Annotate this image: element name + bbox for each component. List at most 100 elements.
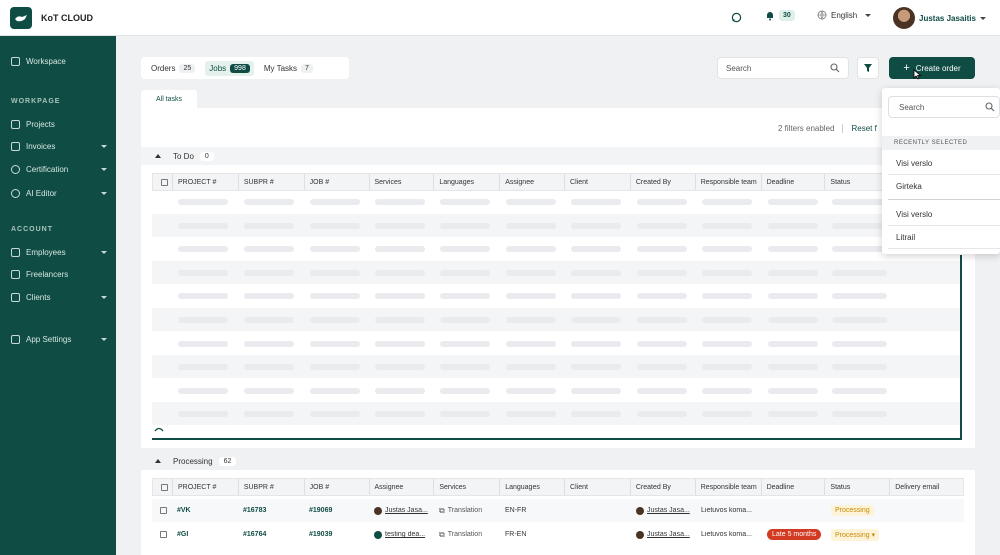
skeleton-bar [244, 199, 294, 205]
sidebar-item-app-settings[interactable]: App Settings [11, 335, 107, 344]
skeleton-bar [832, 364, 887, 371]
skeleton-bar [571, 246, 621, 253]
subproject-number[interactable]: #16783 [238, 507, 304, 514]
created-by[interactable]: Justas Jasa... [631, 506, 696, 515]
search-input[interactable]: Search [717, 57, 849, 79]
job-number[interactable]: #19039 [304, 531, 369, 538]
filter-button[interactable] [857, 57, 879, 79]
sidebar-item-projects[interactable]: Projects [11, 120, 107, 129]
sidebar-item-invoices[interactable]: Invoices [11, 142, 107, 151]
col-header[interactable]: JOB # [305, 174, 370, 190]
assignee[interactable]: testing dea... [369, 530, 434, 539]
table-row[interactable]: #VK #16783 #19069 Justas Jasa... ⧉ Transl… [152, 499, 964, 522]
col-header[interactable]: Deadline [762, 174, 826, 190]
tab-my-tasks[interactable]: My Tasks 7 [260, 61, 317, 76]
row-checkbox[interactable] [152, 531, 172, 538]
dropdown-search-input[interactable]: Search [888, 96, 1000, 118]
chevron-down-icon [101, 338, 107, 341]
created-by[interactable]: Justas Jasa... [631, 530, 696, 539]
app-logo-icon[interactable] [10, 7, 32, 29]
col-header[interactable]: Status [825, 174, 891, 190]
skeleton-bar [768, 317, 818, 323]
chat-icon[interactable] [731, 12, 742, 23]
job-number[interactable]: #19069 [304, 507, 369, 514]
tab-orders[interactable]: Orders 25 [147, 61, 199, 76]
skeleton-bar [310, 269, 360, 276]
col-header[interactable]: Assignee [500, 174, 566, 190]
col-header[interactable]: Services [370, 174, 435, 190]
col-header[interactable]: SUBPR # [239, 174, 305, 190]
sidebar-item-ai-editor[interactable]: AI Editor [11, 189, 107, 198]
skeleton-bar [375, 269, 425, 276]
col-header[interactable]: Client [565, 479, 631, 495]
col-header[interactable]: SUBPR # [239, 479, 305, 495]
sidebar-item-label: App Settings [26, 335, 72, 344]
notifications[interactable]: 30 [765, 10, 795, 21]
sidebar-item-clients[interactable]: Clients [11, 293, 107, 302]
select-all-checkbox[interactable] [153, 174, 173, 190]
col-header[interactable]: Services [434, 479, 501, 495]
assignee[interactable]: Justas Jasa... [369, 506, 434, 515]
col-header[interactable]: Status [825, 479, 891, 495]
col-header[interactable]: Client [565, 174, 631, 190]
project-number[interactable]: #GI [172, 531, 238, 538]
todo-table-header: PROJECT # SUBPR # JOB # Services Languag… [152, 173, 964, 191]
deadline: Late 5 months [762, 529, 826, 540]
tab-jobs[interactable]: Jobs 998 [205, 60, 254, 76]
language-select[interactable]: English [817, 10, 872, 20]
status-select[interactable]: Processing ▾ [826, 528, 891, 541]
col-header[interactable]: Delivery email [890, 479, 963, 495]
tab-all-tasks[interactable]: All tasks [141, 90, 197, 109]
select-all-checkbox[interactable] [153, 479, 173, 495]
sidebar-item-label: Projects [26, 120, 55, 129]
status[interactable]: Processing [826, 505, 891, 516]
sidebar-item-workspace[interactable]: Workspace [11, 57, 107, 66]
dropdown-option[interactable]: Litrail [896, 233, 915, 242]
col-header[interactable]: Created By [631, 479, 696, 495]
create-order-button[interactable]: + Create order [889, 57, 975, 79]
avatar [636, 506, 644, 515]
group-todo-header[interactable]: To Do 0 [141, 147, 975, 165]
group-processing-header[interactable]: Processing 62 [141, 452, 975, 470]
skeleton-bar [506, 199, 556, 205]
dropdown-option[interactable]: Girteka [896, 182, 922, 191]
col-header[interactable]: JOB # [305, 479, 370, 495]
subproject-number[interactable]: #16764 [238, 531, 304, 538]
col-header[interactable]: Created By [631, 174, 696, 190]
col-header[interactable]: PROJECT # [173, 174, 239, 190]
dropdown-option[interactable]: Visi verslo [896, 210, 932, 219]
col-header[interactable]: Languages [500, 479, 566, 495]
row-checkbox[interactable] [152, 507, 172, 514]
filters-enabled-text: 2 filters enabled [778, 124, 835, 133]
horizontal-scrollbar[interactable] [152, 438, 962, 440]
sidebar-item-employees[interactable]: Employees [11, 248, 107, 257]
skeleton-bar [637, 269, 687, 276]
skeleton-bar [702, 246, 752, 253]
col-header[interactable]: Responsible team [696, 174, 762, 190]
skeleton-bar [768, 411, 818, 418]
skeleton-bar [832, 317, 887, 323]
table-row[interactable]: #GI #16764 #19039 testing dea... ⧉ Transl… [152, 523, 964, 546]
project-number[interactable]: #VK [172, 507, 238, 514]
col-header[interactable]: Assignee [370, 479, 435, 495]
divider [888, 248, 1000, 249]
skeleton-bar [244, 411, 294, 418]
dropdown-option[interactable]: Visi verslo [896, 159, 932, 168]
sidebar-item-certification[interactable]: Certification [11, 165, 107, 174]
dropdown-search-placeholder: Search [899, 102, 925, 112]
divider [888, 174, 1000, 175]
sidebar-item-freelancers[interactable]: Freelancers [11, 270, 107, 279]
col-header[interactable]: Responsible team [696, 479, 762, 495]
col-header[interactable]: Languages [434, 174, 501, 190]
bell-icon [767, 12, 773, 21]
vertical-scrollbar[interactable] [960, 255, 962, 440]
col-header[interactable]: Deadline [762, 479, 826, 495]
reset-filters-link[interactable]: Reset f [842, 124, 877, 133]
col-header[interactable]: PROJECT # [173, 479, 239, 495]
user-menu[interactable]: Justas Jasaitis [893, 7, 986, 29]
sidebar-item-label: Workspace [26, 57, 66, 66]
skeleton-bar [506, 411, 556, 418]
translation-icon: ⧉ [439, 529, 445, 539]
divider [888, 199, 1000, 200]
skeleton-bar [506, 340, 556, 347]
